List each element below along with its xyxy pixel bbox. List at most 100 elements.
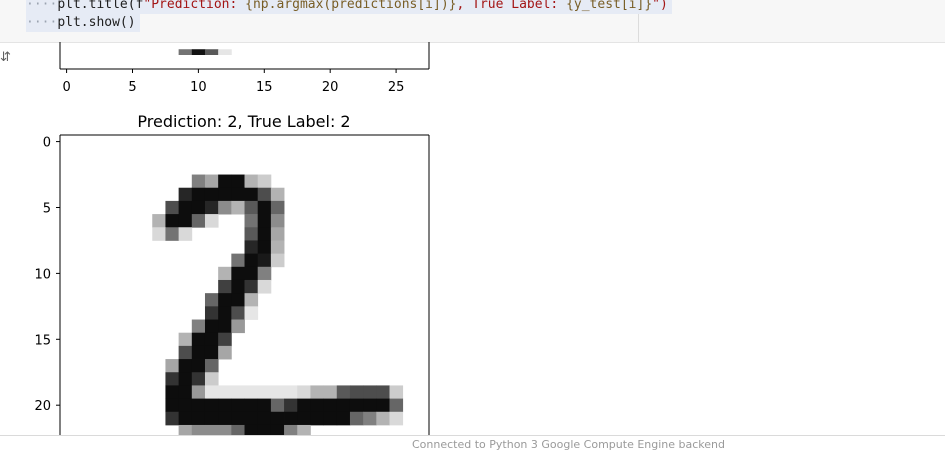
digit-pixel (270, 214, 285, 228)
digit-pixel (310, 385, 324, 399)
digit-pixel (231, 398, 245, 413)
digit-pixel (178, 187, 193, 202)
digit-pixel (244, 200, 259, 215)
digit-pixel (363, 398, 377, 413)
digit-pixel (178, 200, 193, 215)
status-bar: Connected to Python 3 Google Compute Eng… (0, 435, 945, 451)
digit-pixel (191, 214, 206, 228)
digit-pixel (257, 266, 272, 281)
digit-pixel (218, 411, 232, 426)
digit-pixel (244, 240, 259, 255)
x-tick-label: 0 (62, 80, 70, 95)
digit-pixel (191, 424, 206, 435)
digit-pixel (231, 411, 245, 426)
digit-pixel (204, 214, 219, 228)
digit-pixel (178, 398, 193, 413)
digit-pixel (218, 293, 232, 307)
digit-pixel (231, 187, 245, 202)
digit-pixel (218, 279, 232, 294)
digit-pixel (204, 359, 219, 373)
digit-pixel (165, 398, 180, 413)
digit-pixel (218, 332, 232, 347)
digit-pixel (244, 253, 259, 268)
digit-pixel (165, 200, 180, 215)
digit-pixel (349, 385, 364, 399)
digit-pixel (191, 345, 206, 360)
digit-pixel (270, 253, 285, 268)
digit-pixel (218, 200, 232, 215)
digit-pixel (389, 385, 404, 399)
previous-plot: 0 5 10 15 20 25 (59, 42, 430, 95)
digit-pixel (244, 398, 259, 413)
digit-pixel (218, 187, 232, 202)
y-tick-label: 15 (34, 333, 51, 348)
digit-pixel (191, 411, 206, 426)
digit-pixel (257, 385, 272, 399)
digit-pixel (231, 319, 245, 334)
digit-pixel (191, 359, 206, 373)
digit-pixel (204, 293, 219, 307)
digit-pixel (297, 398, 311, 413)
digit-pixel (244, 187, 259, 202)
digit-pixel (270, 411, 285, 426)
digit-pixel (204, 398, 219, 413)
digit-pixel (218, 174, 232, 189)
digit-pixel (178, 359, 193, 373)
digit-pixel (178, 227, 193, 241)
digit-pixel (270, 240, 285, 255)
digit-pixel (349, 398, 364, 413)
digit-pixel (152, 227, 166, 241)
digit-pixel (218, 266, 232, 281)
y-tick-label: 0 (43, 136, 51, 151)
digit-pixel (231, 174, 245, 189)
y-tick-label: 20 (34, 399, 51, 414)
digit-pixel (257, 424, 272, 435)
x-tick-label: 5 (128, 80, 136, 95)
digit-pixel (284, 411, 298, 426)
digit-pixel (178, 411, 193, 426)
digit-pixel (336, 411, 351, 426)
digit-pixel (257, 200, 272, 215)
digit-pixel (257, 411, 272, 426)
digit-pixel (257, 240, 272, 255)
x-tick-label: 20 (322, 80, 339, 95)
digit-pixel (244, 266, 259, 281)
previous-digit-pixel (178, 49, 193, 55)
digit-pixel (389, 411, 404, 426)
digit-pixel (204, 411, 219, 426)
digit-pixel (349, 411, 364, 426)
digit-pixel (257, 214, 272, 228)
digit-pixel (204, 174, 219, 189)
digit-pixel (178, 214, 193, 228)
digit-pixel (165, 372, 180, 386)
previous-digit-pixel (218, 49, 232, 55)
x-tick-label: 15 (256, 80, 273, 95)
digit-pixel (297, 411, 311, 426)
digit-pixel (376, 398, 390, 413)
digit-pixel (178, 332, 193, 347)
digit-pixel (165, 214, 180, 228)
previous-digit-pixel (204, 49, 219, 55)
digit-pixel (257, 227, 272, 241)
digit-pixel (204, 332, 219, 347)
digit-pixel (270, 200, 285, 215)
x-tick-label: 10 (190, 80, 207, 95)
digit-pixel (218, 398, 232, 413)
digit-pixel (270, 398, 285, 413)
digit-pixel (218, 345, 232, 360)
digit-pixel (336, 385, 351, 399)
digit-pixel (231, 293, 245, 307)
digit-pixel (270, 385, 285, 399)
digit-pixel (363, 411, 377, 426)
digit-pixel (257, 398, 272, 413)
digit-pixel (218, 385, 232, 399)
plot-title: Prediction: 2, True Label: 2 (137, 112, 350, 131)
digit-pixel (231, 279, 245, 294)
digit-pixel (191, 187, 206, 202)
digit-pixel (244, 424, 259, 435)
digit-pixel (204, 424, 219, 435)
digit-pixel (310, 398, 324, 413)
digit-pixel (218, 319, 232, 334)
y-tick-label: 10 (34, 267, 51, 282)
digit-pixel (178, 424, 193, 435)
